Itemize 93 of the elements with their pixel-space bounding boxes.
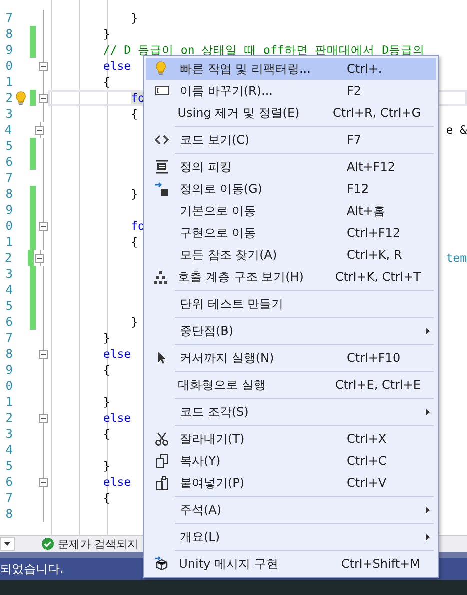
collapse-icon[interactable]	[38, 350, 48, 358]
code-text: }	[131, 187, 138, 201]
line-number: 7	[4, 11, 13, 25]
line-number: 2	[4, 251, 12, 265]
line-number: 4	[4, 123, 12, 137]
line-number: 1	[4, 395, 13, 409]
caret-icon	[4, 542, 11, 546]
paste-icon	[154, 475, 170, 491]
line-number: 0	[4, 59, 13, 73]
menu-item[interactable]: 잘라내기(T) Ctrl+X	[146, 428, 436, 450]
code-text: }	[103, 27, 110, 41]
menu-item[interactable]: Unity 메시지 구현 Ctrl+Shift+M	[146, 553, 436, 575]
code-keyword: else	[103, 411, 132, 425]
line-number: 9	[4, 43, 13, 57]
line-number: 8	[4, 27, 13, 41]
code-text: {	[103, 491, 110, 505]
go-to-icon	[154, 181, 170, 197]
line-number: 8	[4, 347, 13, 361]
collapse-icon[interactable]	[38, 222, 48, 230]
line-number: 8	[4, 187, 13, 201]
menu-item[interactable]: 이름 바꾸기(R)... F2	[146, 80, 436, 102]
menu-item[interactable]: 정의로 이동(G) F12	[146, 178, 436, 200]
line-number: 4	[4, 283, 13, 297]
menu-item[interactable]: 주석(A)	[146, 499, 436, 521]
line-number: 7	[4, 331, 13, 345]
code-text: }	[131, 11, 138, 25]
collapse-icon[interactable]	[35, 254, 44, 262]
menu-item[interactable]: 코드 조각(S)	[146, 401, 436, 423]
lightbulb-icon[interactable]	[14, 90, 28, 106]
hierarchy-icon	[153, 269, 170, 285]
line-number: 6	[4, 155, 13, 169]
scissors-icon	[154, 431, 170, 447]
line-number: 2	[4, 91, 13, 105]
line-number: 7	[4, 171, 13, 185]
line-number: 3	[4, 107, 13, 121]
menu-item[interactable]: 코드 보기(C) F7	[146, 129, 436, 151]
code-text: }	[103, 459, 110, 473]
line-number: 1	[4, 235, 13, 249]
menu-item[interactable]: 기본으로 이동 Alt+홈	[146, 200, 436, 222]
dropdown[interactable]	[0, 537, 15, 551]
menu-item[interactable]: 모든 참조 찾기(A) Ctrl+K, R	[146, 244, 436, 266]
line-number: 7	[4, 491, 13, 505]
code-keyword: else	[103, 59, 132, 73]
line-number: 6	[4, 315, 13, 329]
code-text: tem	[446, 251, 467, 265]
menu-item[interactable]: 구현으로 이동 Ctrl+F12	[146, 222, 436, 244]
collapse-icon[interactable]	[38, 94, 48, 102]
menu-item[interactable]: 중단점(B)	[146, 320, 436, 342]
menu-item[interactable]: 붙여넣기(P) Ctrl+V	[146, 472, 436, 494]
line-number: 5	[4, 139, 13, 153]
menu-item[interactable]: 커서까지 실행(N) Ctrl+F10	[146, 347, 436, 369]
menu-item[interactable]: 단위 테스트 만들기	[146, 293, 436, 315]
menu-item[interactable]: 호출 계층 구조 보기(H) Ctrl+K, Ctrl+T	[146, 266, 436, 288]
line-number: 0	[4, 219, 13, 233]
collapse-icon[interactable]	[38, 478, 48, 486]
code-text: e &	[446, 123, 467, 137]
line-number: 3	[4, 267, 13, 281]
menu-item[interactable]: 빠른 작업 및 리팩터링... Ctrl+.	[146, 58, 436, 80]
code-text: {	[103, 75, 110, 89]
line-number: 9	[4, 363, 13, 377]
copy-icon	[154, 453, 170, 469]
check-icon	[42, 538, 54, 550]
code-text: }	[103, 395, 110, 409]
code-text: {	[103, 427, 110, 441]
line-number: 5	[4, 299, 13, 313]
line-number: 4	[4, 443, 13, 457]
line-number: 6	[4, 475, 13, 489]
menu-item[interactable]: 정의 피킹 Alt+F12	[146, 156, 436, 178]
line-number: 3	[4, 427, 13, 441]
code-text: {	[131, 107, 138, 121]
status-text: 되었습니다.	[0, 560, 64, 578]
code-keyword: else	[103, 475, 132, 489]
cube-icon	[154, 556, 170, 572]
line-number: 9	[4, 203, 13, 217]
problems-status: 문제가 검색되지	[58, 536, 138, 552]
collapse-icon[interactable]	[38, 62, 48, 70]
code-text: }	[131, 315, 138, 329]
menu-item[interactable]: 개요(L)	[146, 526, 436, 548]
menu-item[interactable]: 대화형으로 실행 Ctrl+E, Ctrl+E	[146, 374, 436, 396]
code-text: {	[103, 363, 110, 377]
line-number: 5	[4, 459, 13, 473]
code-keyword: else	[103, 347, 132, 361]
line-number: 0	[4, 379, 13, 393]
code-text: {	[131, 235, 138, 249]
collapse-icon[interactable]	[38, 414, 48, 422]
collapse-icon[interactable]	[35, 126, 44, 134]
peek-icon	[154, 159, 170, 175]
line-number: 1	[4, 75, 13, 89]
code-text: }	[103, 331, 110, 345]
line-number: 2	[4, 411, 13, 425]
menu-item[interactable]: 복사(Y) Ctrl+C	[146, 450, 436, 472]
line-number: 8	[4, 507, 13, 521]
menu-item[interactable]: Using 제거 및 정렬(E) Ctrl+R, Ctrl+G	[146, 102, 436, 124]
